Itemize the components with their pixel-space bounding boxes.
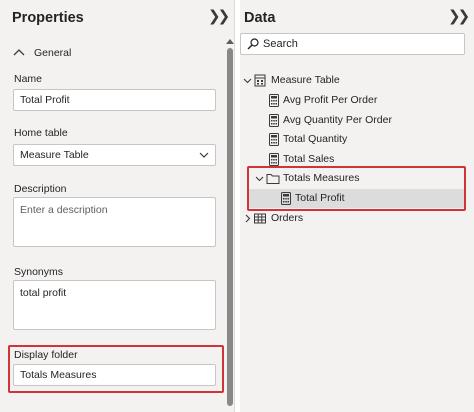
tree-item-measure-table[interactable]: Measure Table [240, 71, 474, 90]
tree-item-measure[interactable]: Avg Profit Per Order [240, 91, 474, 110]
tree-label-total-profit: Total Profit [295, 192, 345, 204]
chevron-right-icon [245, 214, 251, 223]
synonyms-label: Synonyms [14, 266, 64, 278]
search-input[interactable] [263, 34, 458, 54]
tree-label-measure: Total Quantity [283, 133, 348, 145]
chevron-up-icon [13, 49, 25, 56]
tree-label-measure-table: Measure Table [271, 74, 340, 86]
tree-item-measure[interactable]: Total Quantity [240, 130, 474, 149]
data-header: Data ❯❯ [240, 0, 474, 36]
home-table-value: Measure Table [20, 149, 89, 161]
tree-item-measure[interactable]: Total Sales [240, 150, 474, 169]
description-placeholder: Enter a description [20, 204, 108, 216]
collapse-properties-icon[interactable]: ❯❯ [208, 8, 230, 26]
scroll-up-icon[interactable] [226, 38, 234, 44]
description-field[interactable]: Enter a description [13, 197, 216, 247]
tree-item-orders[interactable]: Orders [240, 209, 474, 228]
properties-title: Properties [12, 10, 84, 26]
measure-calculator-icon [269, 133, 279, 146]
measure-calculator-icon [269, 153, 279, 166]
general-section-label: General [34, 47, 72, 59]
chevron-down-icon [243, 78, 252, 84]
display-folder-label: Display folder [14, 349, 78, 361]
table-icon [254, 213, 266, 224]
tree-item-total-profit[interactable]: Total Profit [248, 189, 466, 208]
display-folder-field[interactable]: Totals Measures [13, 364, 216, 386]
tree-label-orders: Orders [271, 212, 304, 224]
measure-calculator-icon [281, 192, 291, 205]
search-box[interactable] [240, 33, 465, 55]
data-title: Data [244, 10, 276, 26]
properties-scrollbar-thumb[interactable] [227, 48, 233, 406]
search-icon [247, 38, 259, 50]
chevron-down-icon [255, 176, 264, 182]
chevron-down-icon [199, 152, 209, 158]
folder-icon [266, 174, 280, 184]
calculator-table-icon [254, 74, 266, 87]
tree-label-folder: Totals Measures [283, 172, 360, 184]
properties-pane: Properties ❯❯ General Name Total Profit … [0, 0, 235, 412]
tree-label-measure: Avg Profit Per Order [283, 94, 378, 106]
tree-item-measure[interactable]: Avg Quantity Per Order [240, 111, 474, 130]
name-label: Name [14, 73, 43, 85]
properties-header: Properties ❯❯ [0, 0, 234, 36]
tree-label-measure: Avg Quantity Per Order [283, 114, 392, 126]
name-field[interactable]: Total Profit [13, 89, 216, 111]
description-label: Description [14, 183, 67, 195]
synonyms-field[interactable]: total profit [13, 280, 216, 330]
measure-calculator-icon [269, 94, 279, 107]
home-table-select[interactable]: Measure Table [13, 144, 216, 166]
measure-calculator-icon [269, 114, 279, 127]
data-pane: Data ❯❯ Measure Table [240, 0, 474, 412]
tree-item-folder[interactable]: Totals Measures [240, 169, 474, 188]
home-table-label: Home table [14, 127, 68, 139]
collapse-data-icon[interactable]: ❯❯ [448, 8, 470, 26]
tree-label-measure: Total Sales [283, 153, 335, 165]
